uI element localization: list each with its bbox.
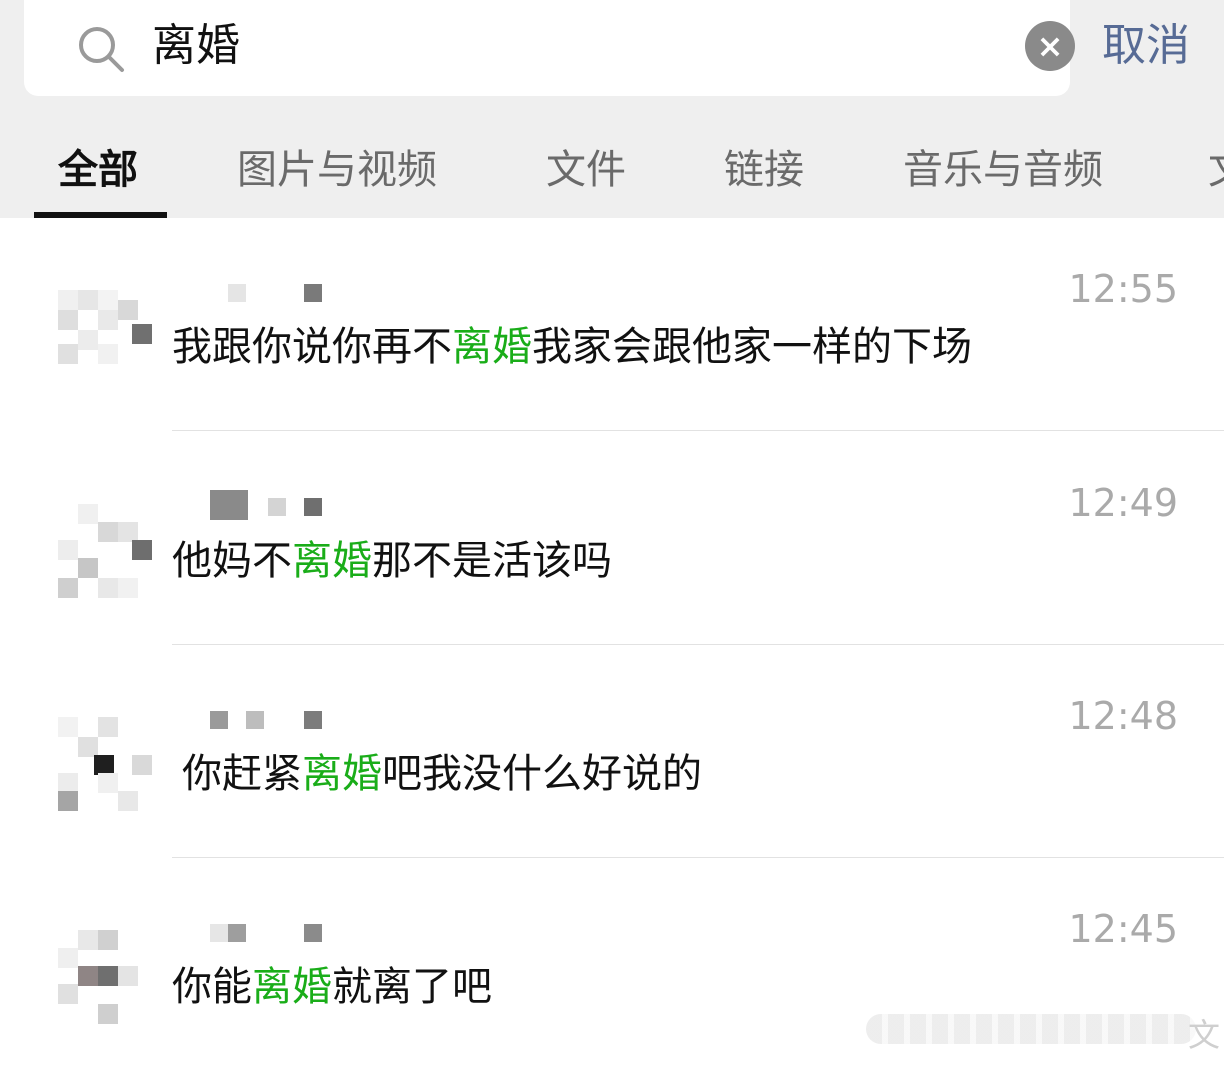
sender-name-redacted xyxy=(210,284,330,304)
avatar xyxy=(58,290,152,384)
avatar xyxy=(58,930,152,1024)
message-snippet: 我跟你说你再不离婚我家会跟他家一样的下场 xyxy=(172,324,972,370)
tab-files[interactable]: 文件 xyxy=(546,144,626,196)
divider xyxy=(172,430,1224,431)
clear-search-button[interactable]: × xyxy=(1025,21,1075,71)
message-snippet: 他妈不离婚那不是活该吗 xyxy=(172,538,612,584)
tab-more-partial[interactable]: 文 xyxy=(1208,144,1224,196)
tab-all[interactable]: 全部 xyxy=(58,144,138,196)
watermark-glyph: 文 xyxy=(1188,1016,1221,1054)
cancel-button[interactable]: 取消 xyxy=(1102,18,1190,74)
watermark xyxy=(866,1014,1196,1044)
sender-name-redacted xyxy=(210,490,330,520)
search-header: 离婚 × 取消 全部 图片与视频 文件 链接 音乐与音频 文 xyxy=(0,0,1224,218)
search-icon xyxy=(79,27,124,72)
tab-music-audio[interactable]: 音乐与音频 xyxy=(903,144,1103,196)
keyword-highlight: 离婚 xyxy=(452,324,532,370)
avatar xyxy=(58,504,152,598)
sender-name-redacted xyxy=(210,711,330,731)
keyword-highlight: 离婚 xyxy=(302,751,382,797)
avatar xyxy=(58,717,152,811)
message-time: 12:55 xyxy=(1068,267,1178,311)
keyword-highlight: 离婚 xyxy=(292,538,372,584)
search-result-item[interactable]: 12:55 我跟你说你再不离婚我家会跟他家一样的下场 xyxy=(0,218,1224,431)
message-time: 12:48 xyxy=(1068,694,1178,738)
search-field[interactable]: 离婚 × xyxy=(24,0,1075,96)
tab-links[interactable]: 链接 xyxy=(724,144,804,196)
keyword-highlight: 离婚 xyxy=(252,964,332,1010)
message-snippet: 你赶紧离婚吧我没什么好说的 xyxy=(182,751,702,797)
message-time: 12:49 xyxy=(1068,481,1178,525)
message-time: 12:45 xyxy=(1068,907,1178,951)
clear-icon: × xyxy=(1036,27,1064,65)
search-result-item[interactable]: 12:49 他妈不离婚那不是活该吗 xyxy=(0,432,1224,645)
search-input[interactable]: 离婚 xyxy=(152,18,240,74)
sender-name-redacted xyxy=(210,924,330,944)
message-snippet: 你能离婚就离了吧 xyxy=(172,964,492,1010)
search-result-item[interactable]: 12:48 你赶紧离婚吧我没什么好说的 xyxy=(0,645,1224,858)
tab-photos-videos[interactable]: 图片与视频 xyxy=(237,144,437,196)
